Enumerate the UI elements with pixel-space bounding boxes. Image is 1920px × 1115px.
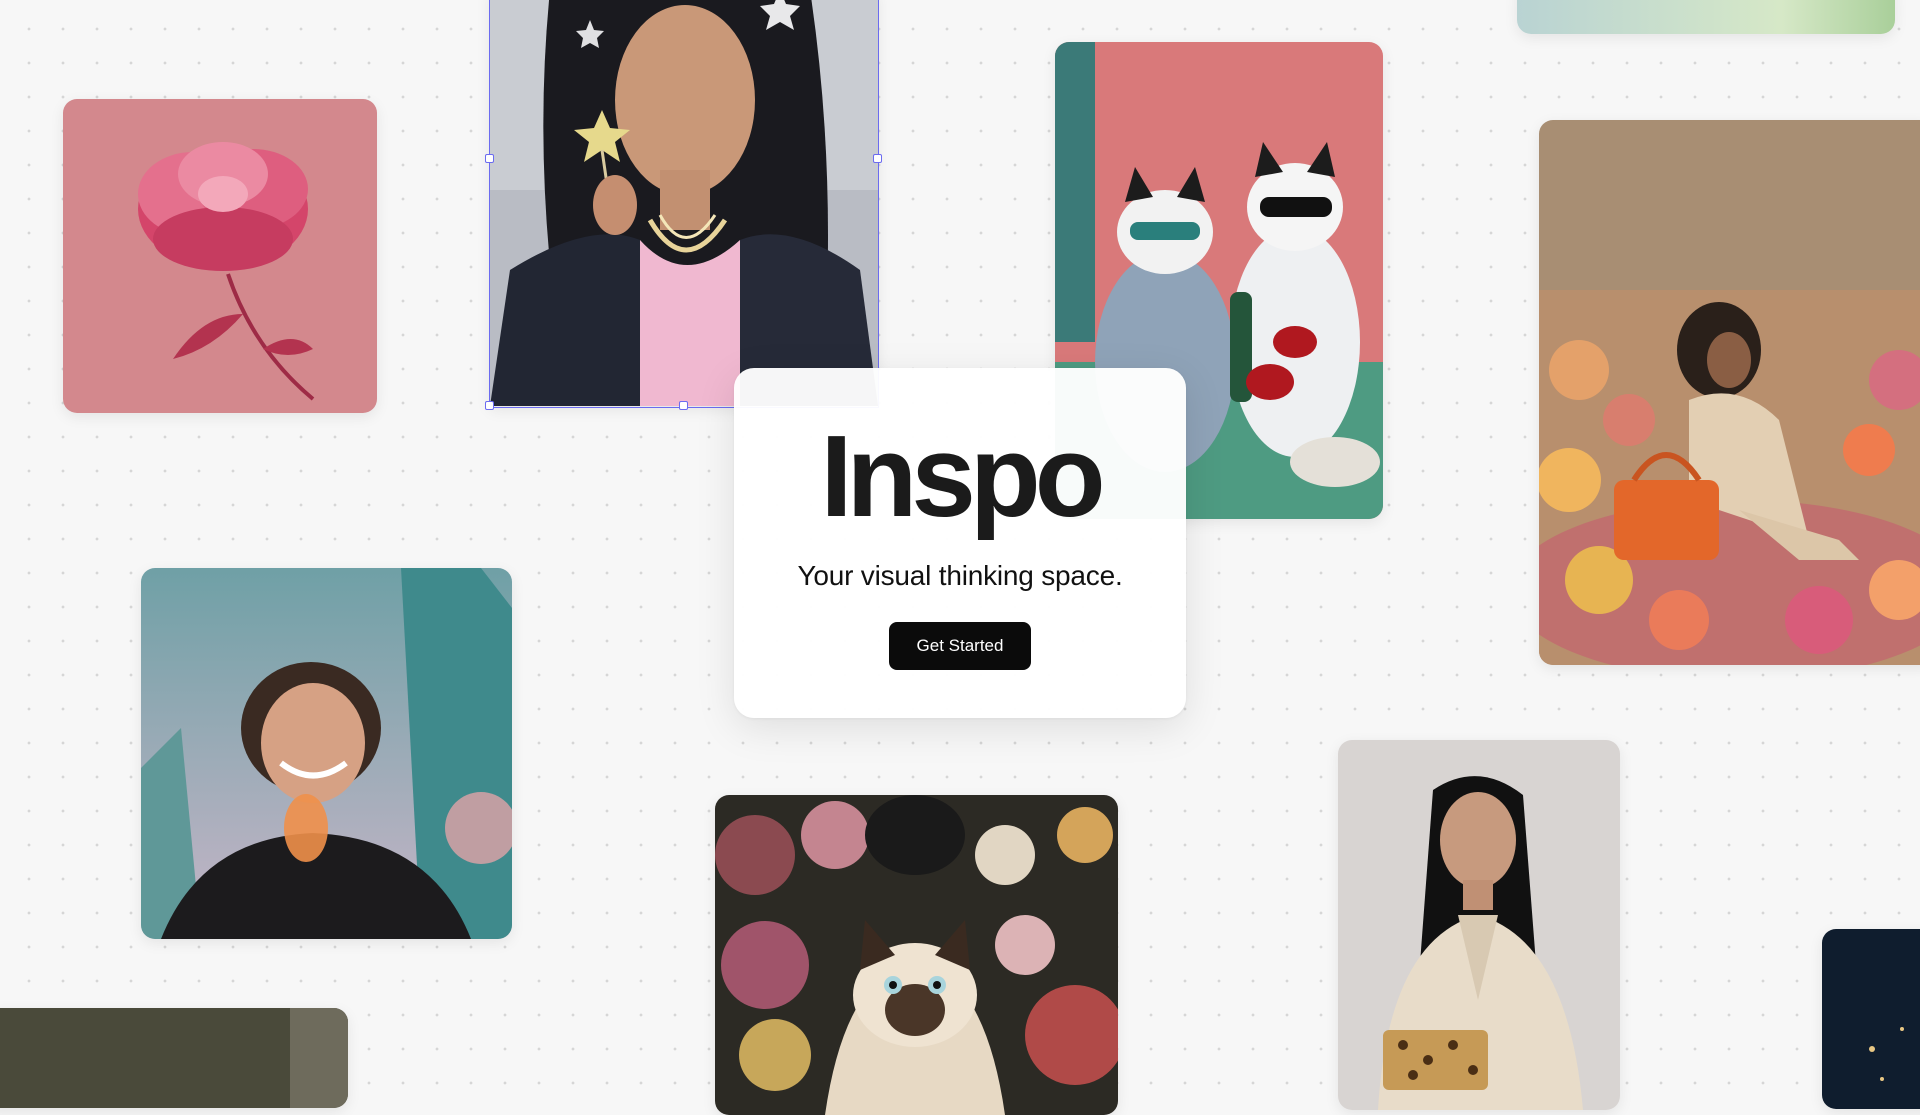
girl-star-wand-image[interactable] xyxy=(490,0,878,406)
siamese-cat-flowers-image[interactable] xyxy=(715,795,1118,1115)
selection-handle-bottom-left[interactable] xyxy=(485,401,494,410)
smiling-person-image[interactable] xyxy=(141,568,512,939)
selection-handle-left[interactable] xyxy=(485,154,494,163)
hero-card: Inspo Your visual thinking space. Get St… xyxy=(734,368,1186,718)
app-tagline: Your visual thinking space. xyxy=(797,560,1123,591)
get-started-button[interactable]: Get Started xyxy=(888,622,1032,670)
selection-handle-right[interactable] xyxy=(873,154,882,163)
partial-bottom-right-image[interactable] xyxy=(1822,929,1920,1109)
partial-bottom-left-image[interactable] xyxy=(0,1008,348,1108)
app-title: Inspo xyxy=(820,411,1105,541)
partial-top-right-image[interactable] xyxy=(1517,0,1895,34)
woman-beige-coat-image[interactable] xyxy=(1338,740,1620,1110)
selection-handle-bottom-center[interactable] xyxy=(679,401,688,410)
woman-flower-field-image[interactable] xyxy=(1539,120,1920,665)
peony-flower-image[interactable] xyxy=(63,99,377,413)
